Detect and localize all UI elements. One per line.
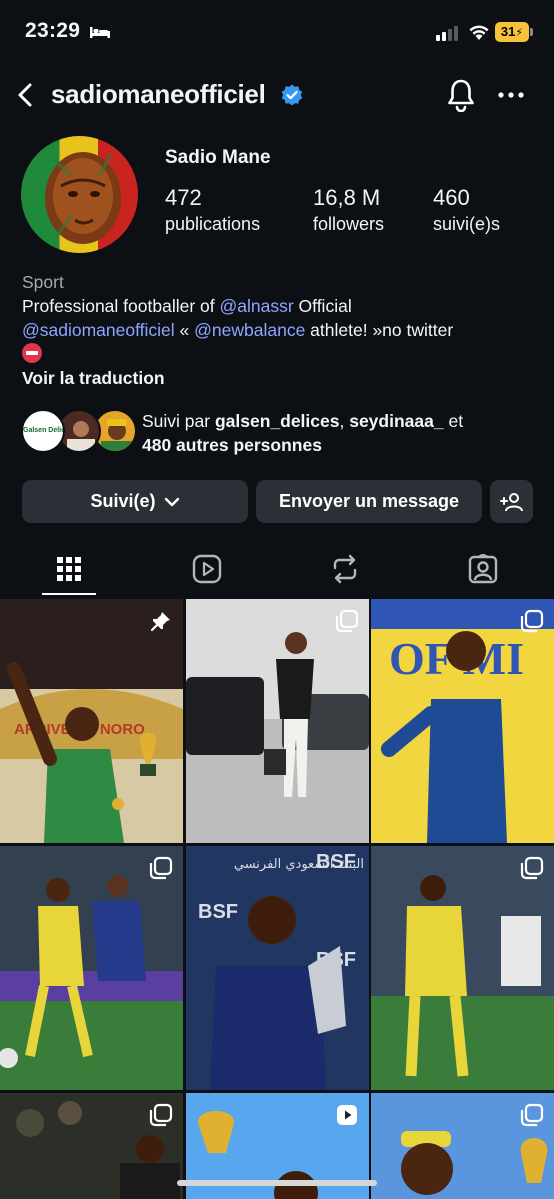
message-button-label: Envoyer un message [278, 491, 460, 511]
followers-label: followers [313, 214, 385, 234]
post-image [186, 599, 369, 843]
chevron-down-icon [164, 497, 179, 506]
avatar-image [21, 136, 138, 253]
followed-by-row[interactable]: Galsen Delices Suivi par galsen_delices,… [21, 409, 541, 459]
more-options-icon[interactable] [498, 83, 524, 107]
no-entry-emoji-icon [22, 343, 42, 363]
active-tab-indicator [42, 593, 96, 595]
mention-link[interactable]: @newbalance [194, 320, 305, 340]
brand-text: BSF [198, 901, 238, 923]
tab-reels[interactable] [138, 540, 276, 598]
status-bar: 23:29 31⚡ [0, 0, 554, 64]
grid-post[interactable] [371, 1093, 554, 1199]
profile-header: sadiomaneofficiel [0, 70, 554, 120]
followed-by-text: Suivi par galsen_delices, seydinaaa_ et … [142, 411, 464, 455]
pinned-icon [150, 612, 170, 632]
see-translation-link[interactable]: Voir la traduction [22, 366, 542, 390]
sleep-focus-icon [90, 27, 110, 38]
notification-bell-icon[interactable] [446, 78, 476, 112]
grid-post[interactable]: البنك السعودي الفرنسي BSF BSF BSF [186, 846, 369, 1090]
following-button[interactable]: Suivi(e) [22, 480, 248, 523]
carousel-icon [335, 609, 359, 633]
other-followers-count[interactable]: 480 autres personnes [142, 435, 322, 455]
follower-avatar: Galsen Delices [21, 409, 65, 453]
profile-tabs [0, 540, 554, 598]
carousel-icon [149, 856, 173, 880]
following-label: suivi(e)s [433, 214, 501, 234]
grid-post[interactable] [371, 846, 554, 1090]
grid-post[interactable]: OF MI [371, 599, 554, 843]
post-image: البنك السعودي الفرنسي BSF BSF BSF [186, 846, 369, 1090]
post-image: OF MI [371, 599, 554, 843]
follower-username[interactable]: seydinaaa_ [349, 411, 443, 431]
home-indicator[interactable] [177, 1180, 377, 1186]
follower-avatar-logo-text: Galsen Delices [23, 427, 65, 434]
suggested-users-button[interactable] [490, 480, 533, 523]
posts-label: publications [165, 214, 261, 234]
posts-stat[interactable]: 472 publications [165, 185, 260, 236]
grid-post[interactable] [186, 599, 369, 843]
battery-indicator: 31⚡ [495, 22, 529, 42]
tab-posts-grid[interactable] [0, 540, 138, 598]
following-button-label: Suivi(e) [90, 491, 156, 511]
add-person-icon [499, 492, 523, 511]
bio-line-2: @sadiomaneofficiel « @newbalance athlete… [22, 318, 542, 342]
profile-full-name: Sadio Mane [165, 147, 271, 168]
verified-badge-icon [281, 84, 303, 106]
followers-stat[interactable]: 16,8 M followers [313, 185, 384, 236]
following-stat[interactable]: 460 suivi(e)s [433, 185, 500, 236]
mention-link[interactable]: @alnassr [219, 296, 293, 316]
post-image [371, 846, 554, 1090]
carousel-icon [520, 856, 544, 880]
battery-tip [530, 28, 533, 36]
tab-tagged[interactable] [414, 540, 552, 598]
following-count: 460 [433, 185, 470, 210]
back-arrow-icon[interactable] [14, 80, 36, 110]
profile-category: Sport [22, 272, 64, 292]
bio-text: athlete! »no twitter [305, 320, 454, 340]
wifi-icon [469, 25, 489, 40]
posts-grid: ARRIVE OF NORO [0, 599, 554, 1199]
profile-bio: Sport Professional footballer of @alnass… [22, 270, 542, 390]
message-button[interactable]: Envoyer un message [256, 480, 482, 523]
grid-icon [57, 557, 81, 581]
carousel-icon [520, 609, 544, 633]
bio-text: Professional footballer of [22, 296, 220, 316]
carousel-icon [520, 1103, 544, 1127]
post-image: ARRIVE OF NORO [0, 599, 183, 843]
bio-line-1: Professional footballer of @alnassr Offi… [22, 294, 542, 318]
follower-username[interactable]: galsen_delices [215, 411, 340, 431]
tab-reposts[interactable] [276, 540, 414, 598]
reels-icon [192, 554, 222, 584]
followers-count: 16,8 M [313, 185, 381, 210]
grid-post[interactable] [0, 1093, 183, 1199]
tagged-icon [468, 554, 498, 584]
bio-text: « [174, 320, 195, 340]
bio-text: Official [293, 296, 352, 316]
reel-icon [337, 1105, 357, 1125]
bio-line-3 [22, 342, 542, 366]
brand-text: BSF [316, 851, 356, 873]
reposts-icon [333, 554, 357, 584]
mention-link[interactable]: @sadiomaneofficiel [22, 320, 175, 340]
carousel-icon [149, 1103, 173, 1127]
cellular-signal-icon [436, 26, 458, 41]
posts-count: 472 [165, 185, 202, 210]
clock: 23:29 [25, 19, 81, 42]
profile-avatar[interactable] [21, 136, 138, 253]
grid-post[interactable]: ARRIVE OF NORO [0, 599, 183, 843]
profile-username: sadiomaneofficiel [51, 79, 266, 109]
grid-post[interactable] [0, 846, 183, 1090]
post-image [0, 846, 183, 1090]
